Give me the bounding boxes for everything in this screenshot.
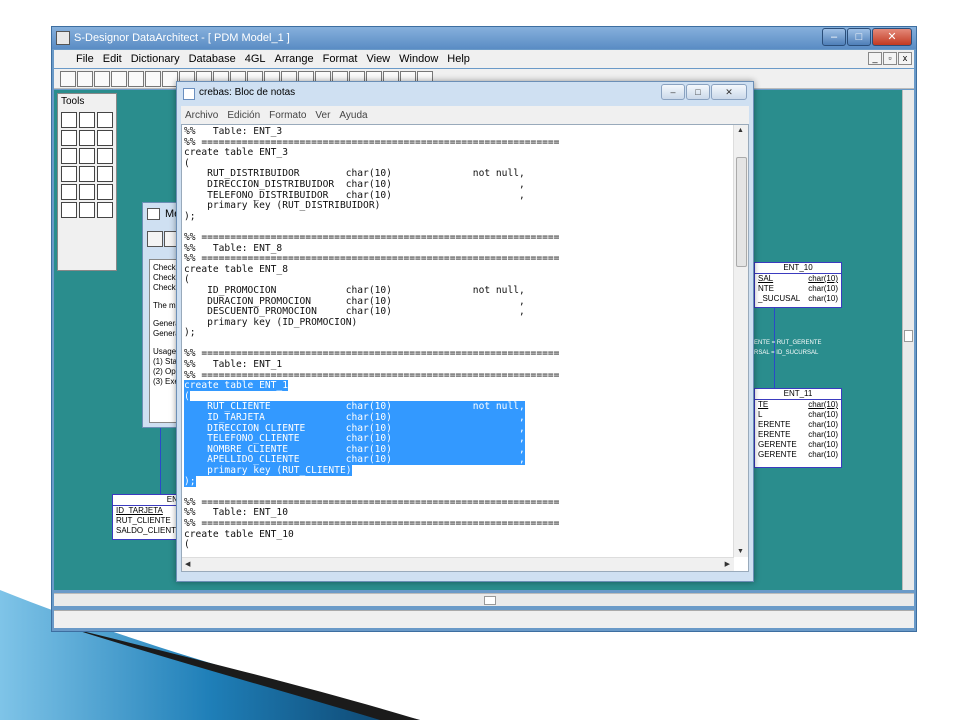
menu-ver[interactable]: Ver bbox=[315, 110, 330, 121]
ellipse-tool-icon[interactable] bbox=[97, 184, 113, 200]
scroll-thumb[interactable] bbox=[484, 596, 496, 605]
notepad-text-area[interactable]: %% Table: ENT_3 %% =====================… bbox=[181, 124, 749, 572]
save-icon[interactable] bbox=[94, 70, 110, 87]
scroll-left-icon[interactable]: ◀ bbox=[185, 560, 190, 568]
notepad-horizontal-scrollbar[interactable]: ◀ ▶ bbox=[182, 557, 734, 571]
entity-row: ERENTE char(10) bbox=[758, 420, 838, 429]
code-text-selected: create table ENT_1 ( RUT_CLIENTE char(10… bbox=[184, 380, 525, 487]
relation-label: ENTE = RUT_GERENTE bbox=[754, 340, 822, 346]
polyline-tool-icon[interactable] bbox=[79, 202, 95, 218]
entity-row: Lchar(10) bbox=[758, 410, 838, 419]
new-icon[interactable] bbox=[60, 70, 76, 87]
notepad-minimize-button[interactable]: – bbox=[661, 84, 685, 100]
tools-palette: Tools bbox=[57, 93, 117, 271]
tools-grid bbox=[58, 110, 116, 220]
entity-row: _SUCUSAL char(10) bbox=[758, 294, 838, 303]
scissors-tool-icon[interactable] bbox=[61, 148, 77, 164]
menu-window[interactable]: Window bbox=[399, 53, 438, 65]
mdi-restore-button[interactable]: ▫ bbox=[883, 52, 897, 65]
scroll-right-icon[interactable]: ▶ bbox=[725, 560, 730, 568]
scroll-thumb[interactable] bbox=[736, 157, 747, 267]
messages-icon bbox=[147, 208, 160, 220]
relation-line bbox=[774, 308, 775, 388]
app-titlebar: S-Designor DataArchitect - [ PDM Model_1… bbox=[52, 27, 916, 49]
mdi-controls: _ ▫ x bbox=[868, 52, 912, 65]
entity-ent-10[interactable]: ENT_10 SAL char(10) NTE char(10) _SUCUSAL c… bbox=[754, 262, 842, 308]
tools-title: Tools bbox=[61, 96, 85, 107]
text-tool-icon[interactable] bbox=[97, 202, 113, 218]
select-tool-icon[interactable] bbox=[79, 112, 95, 128]
save-icon[interactable] bbox=[147, 231, 163, 247]
entity-row: SAL char(10) bbox=[758, 274, 838, 283]
code-text-before: %% Table: ENT_3 %% =====================… bbox=[184, 127, 560, 381]
menu-database[interactable]: Database bbox=[189, 53, 236, 65]
app-menubar: File Edit Dictionary Database 4GL Arrang… bbox=[54, 50, 914, 68]
hand-tool-icon[interactable] bbox=[97, 112, 113, 128]
menu-arrange[interactable]: Arrange bbox=[275, 53, 314, 65]
sql-script-text[interactable]: %% Table: ENT_3 %% =====================… bbox=[184, 127, 736, 557]
menu-formato[interactable]: Formato bbox=[269, 110, 306, 121]
entity-name: ENT_11 bbox=[755, 389, 841, 400]
zoom-tool-icon[interactable] bbox=[61, 130, 77, 146]
entity-row: NTE char(10) bbox=[758, 284, 838, 293]
reference-tool-icon[interactable] bbox=[61, 166, 77, 182]
code-text-after: %% =====================================… bbox=[184, 496, 560, 551]
rounded-rect-tool-icon[interactable] bbox=[61, 202, 77, 218]
notepad-icon bbox=[183, 88, 195, 100]
menu-4gl[interactable]: 4GL bbox=[245, 53, 266, 65]
mdi-close-button[interactable]: x bbox=[898, 52, 912, 65]
pointer-tool-icon[interactable] bbox=[61, 112, 77, 128]
mdi-minimize-button[interactable]: _ bbox=[868, 52, 882, 65]
app-icon bbox=[56, 31, 70, 45]
view-tool-icon[interactable] bbox=[97, 148, 113, 164]
canvas-vertical-scrollbar[interactable] bbox=[902, 90, 914, 590]
maximize-button[interactable]: □ bbox=[847, 28, 871, 46]
minimize-button[interactable]: – bbox=[822, 28, 846, 46]
entity-ent-11[interactable]: ENT_11 TE char(10) Lchar(10) ERENTE char(1… bbox=[754, 388, 842, 468]
table-tool-icon[interactable] bbox=[79, 148, 95, 164]
app-window-controls: – □ ✕ bbox=[822, 28, 912, 46]
open-icon[interactable] bbox=[77, 70, 93, 87]
menu-ayuda[interactable]: Ayuda bbox=[339, 110, 367, 121]
menu-format[interactable]: Format bbox=[323, 53, 358, 65]
entity-row: TE char(10) bbox=[758, 400, 838, 409]
entity-row: GERENTE char(10) bbox=[758, 450, 838, 459]
notepad-window-controls: – □ ✕ bbox=[661, 84, 747, 100]
zoom-out-tool-icon[interactable] bbox=[97, 130, 113, 146]
scroll-down-icon[interactable]: ▼ bbox=[737, 548, 744, 555]
menu-archivo[interactable]: Archivo bbox=[185, 110, 218, 121]
close-button[interactable]: ✕ bbox=[872, 28, 912, 46]
menu-edit[interactable]: Edit bbox=[103, 53, 122, 65]
scroll-thumb[interactable] bbox=[904, 330, 913, 342]
relation-label: RSAL = ID_SUCURSAL bbox=[754, 350, 819, 356]
print-icon[interactable] bbox=[111, 70, 127, 87]
note-tool-icon[interactable] bbox=[97, 166, 113, 182]
menu-edicion[interactable]: Edición bbox=[227, 110, 260, 121]
notepad-menubar: Archivo Edición Formato Ver Ayuda bbox=[181, 106, 749, 124]
menu-file[interactable]: File bbox=[76, 53, 94, 65]
entity-name: ENT_10 bbox=[755, 263, 841, 274]
rectangle-tool-icon[interactable] bbox=[79, 184, 95, 200]
canvas-horizontal-scrollbar[interactable] bbox=[54, 593, 914, 606]
notepad-maximize-button[interactable]: □ bbox=[686, 84, 710, 100]
notepad-close-button[interactable]: ✕ bbox=[711, 84, 747, 100]
notepad-window: crebas: Bloc de notas – □ ✕ Archivo Edic… bbox=[176, 81, 754, 582]
copy-icon[interactable] bbox=[145, 70, 161, 87]
app-title: S-Designor DataArchitect - [ PDM Model_1… bbox=[74, 32, 290, 44]
menu-dictionary[interactable]: Dictionary bbox=[131, 53, 180, 65]
entity-row: ERENTE char(10) bbox=[758, 430, 838, 439]
scroll-up-icon[interactable]: ▲ bbox=[737, 127, 744, 134]
notepad-vertical-scrollbar[interactable]: ▲ ▼ bbox=[733, 125, 748, 557]
cut-icon[interactable] bbox=[128, 70, 144, 87]
menu-help[interactable]: Help bbox=[447, 53, 470, 65]
status-bar bbox=[54, 610, 914, 628]
link-tool-icon[interactable] bbox=[79, 166, 95, 182]
entity-row: GERENTE char(10) bbox=[758, 440, 838, 449]
menu-view[interactable]: View bbox=[366, 53, 390, 65]
zoom-in-tool-icon[interactable] bbox=[79, 130, 95, 146]
line-tool-icon[interactable] bbox=[61, 184, 77, 200]
